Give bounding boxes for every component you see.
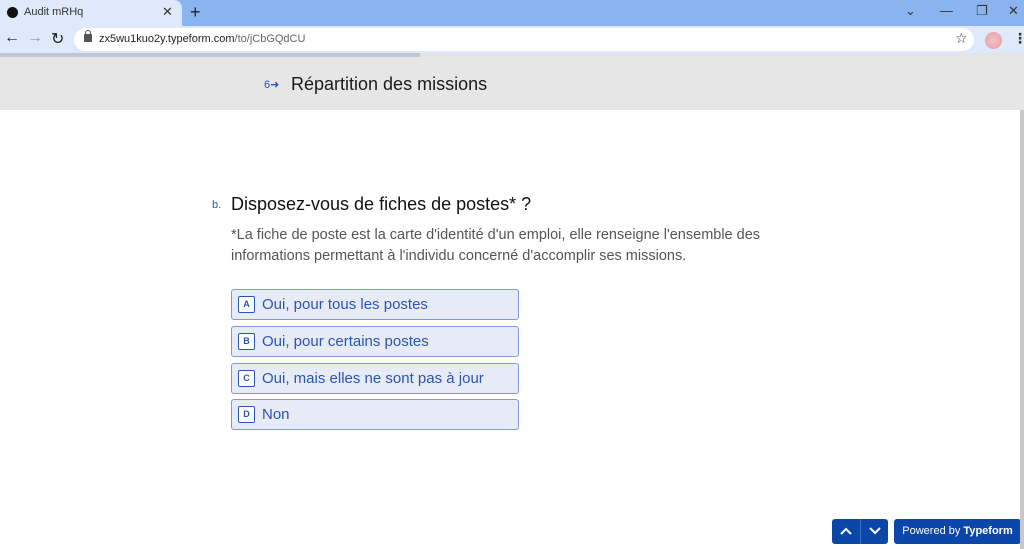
question-title: Disposez-vous de fiches de postes* ? <box>231 194 532 214</box>
browser-toolbar: ← → ↻ zx5wu1kuo2y.typeform.com/to/jCbGQd… <box>0 26 1024 53</box>
choice-option-a[interactable]: A Oui, pour tous les postes <box>231 289 519 320</box>
choice-key: A <box>238 296 255 313</box>
section-number: 6➜ <box>264 78 279 91</box>
new-tab-icon[interactable]: + <box>190 2 201 23</box>
chevron-down-icon <box>868 527 881 535</box>
url-host: zx5wu1kuo2y.typeform.com <box>99 33 235 45</box>
arrow-right-icon: ➜ <box>270 79 280 91</box>
powered-brand: Typeform <box>963 525 1013 537</box>
browser-tab[interactable]: Audit mRHq ✕ <box>0 0 182 26</box>
question-navigation <box>832 519 888 544</box>
lock-icon <box>84 30 92 42</box>
next-question-button[interactable] <box>860 519 888 544</box>
restore-icon[interactable]: ❐ <box>976 3 988 19</box>
url-path: /to/jCbGQdCU <box>234 33 306 45</box>
page-scrollbar[interactable] <box>1020 110 1024 549</box>
choice-option-d[interactable]: D Non <box>231 399 519 430</box>
powered-prefix: Powered by <box>902 525 961 537</box>
powered-by-typeform-button[interactable]: Powered by Typeform <box>894 519 1021 544</box>
choice-key: C <box>238 370 255 387</box>
section-title: Répartition des missions <box>291 74 488 94</box>
forward-icon[interactable]: → <box>27 29 43 47</box>
favicon-icon <box>7 7 18 18</box>
reload-icon[interactable]: ↻ <box>51 29 64 49</box>
choice-option-b[interactable]: B Oui, pour certains postes <box>231 326 519 357</box>
choice-key: B <box>238 333 255 350</box>
previous-question-button[interactable] <box>832 519 860 544</box>
bookmark-star-icon[interactable]: ☆ <box>955 30 968 47</box>
browser-menu-icon[interactable]: ⋮ <box>1013 30 1024 47</box>
question-description: *La fiche de poste est la carte d'identi… <box>231 227 761 264</box>
url-text: zx5wu1kuo2y.typeform.com/to/jCbGQdCU <box>99 33 305 45</box>
close-tab-icon[interactable]: ✕ <box>162 4 173 20</box>
choice-label: Oui, pour certains postes <box>262 333 429 350</box>
choice-option-c[interactable]: C Oui, mais elles ne sont pas à jour <box>231 363 519 394</box>
address-bar[interactable]: zx5wu1kuo2y.typeform.com/to/jCbGQdCU <box>74 28 974 51</box>
chevron-up-icon <box>840 527 852 535</box>
back-icon[interactable]: ← <box>4 29 20 47</box>
minimize-icon[interactable]: — <box>940 3 953 18</box>
question-letter: b. <box>212 199 222 211</box>
tab-search-chevron-icon[interactable]: ⌄ <box>905 3 916 19</box>
profile-avatar[interactable] <box>985 32 1002 49</box>
section-header: 6➜ Répartition des missions <box>0 57 1024 110</box>
tab-title: Audit mRHq <box>24 6 84 18</box>
browser-tabstrip: Audit mRHq ✕ + ⌄ — ❐ ✕ <box>0 0 1024 26</box>
choice-key: D <box>238 406 255 423</box>
choice-label: Oui, pour tous les postes <box>262 296 428 313</box>
choice-label: Oui, mais elles ne sont pas à jour <box>262 370 484 387</box>
choice-label: Non <box>262 406 290 423</box>
close-window-icon[interactable]: ✕ <box>1008 3 1019 19</box>
